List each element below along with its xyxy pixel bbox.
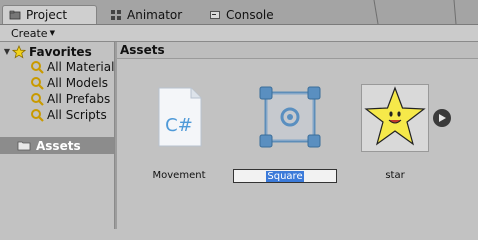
tab-console[interactable]: Console: [203, 5, 295, 24]
tab-project-label: Project: [26, 8, 68, 22]
play-icon: [439, 114, 446, 122]
assets-tree-label: Assets: [36, 138, 81, 153]
search-icon: [31, 93, 44, 106]
tab-animator-label: Animator: [127, 7, 183, 22]
favorite-label: All Prefabs: [47, 92, 111, 106]
create-label: Create: [11, 27, 48, 40]
favorite-all-prefabs[interactable]: All Prefabs: [30, 91, 110, 107]
favorite-label: All Models: [47, 76, 108, 90]
favorites-label: Favorites: [29, 44, 92, 59]
sprite-square-icon[interactable]: [259, 86, 321, 148]
favorite-all-materials[interactable]: All Materials: [30, 59, 121, 75]
tab-project[interactable]: Project: [2, 5, 97, 24]
animator-icon: [111, 9, 121, 20]
chevron-down-icon: ▼: [49, 29, 55, 37]
search-icon: [31, 61, 44, 74]
favorite-all-models[interactable]: All Models: [30, 75, 108, 91]
project-toolbar: Create ▼: [0, 25, 478, 42]
breadcrumb: Assets: [117, 42, 478, 59]
asset-browser: Assets C# Movement Square star: [117, 42, 478, 229]
tab-bar: Project Animator Console: [0, 0, 478, 25]
star-icon: [12, 44, 26, 58]
csharp-glyph: C#: [165, 115, 193, 136]
favorite-all-scripts[interactable]: All Scripts: [30, 107, 107, 123]
folder-icon: [17, 141, 31, 151]
project-folder-icon: [9, 10, 21, 20]
project-tree: ▼ Favorites All Materials All Models All…: [0, 42, 121, 229]
favorite-label: All Materials: [47, 60, 121, 74]
tab-animator[interactable]: Animator: [104, 5, 196, 24]
rename-field-square[interactable]: Square: [233, 169, 337, 183]
tree-item-favorites[interactable]: ▼ Favorites: [2, 43, 114, 60]
search-icon: [31, 77, 44, 90]
favorite-label: All Scripts: [47, 108, 107, 122]
tree-item-assets[interactable]: Assets: [0, 137, 114, 154]
expand-sprite-button[interactable]: [433, 109, 451, 127]
tab-context-menu-handle[interactable]: [372, 0, 478, 24]
asset-name-star[interactable]: star: [343, 169, 447, 183]
csharp-script-icon[interactable]: C#: [157, 87, 203, 147]
create-dropdown-button[interactable]: Create ▼: [9, 25, 57, 41]
asset-name-square: Square: [266, 171, 304, 182]
console-icon: [210, 10, 220, 19]
asset-name-movement[interactable]: Movement: [127, 169, 231, 183]
star-sprite-icon[interactable]: [361, 84, 429, 152]
expand-arrow-icon[interactable]: ▼: [2, 47, 12, 56]
search-icon: [31, 109, 44, 122]
tab-console-label: Console: [226, 7, 274, 22]
